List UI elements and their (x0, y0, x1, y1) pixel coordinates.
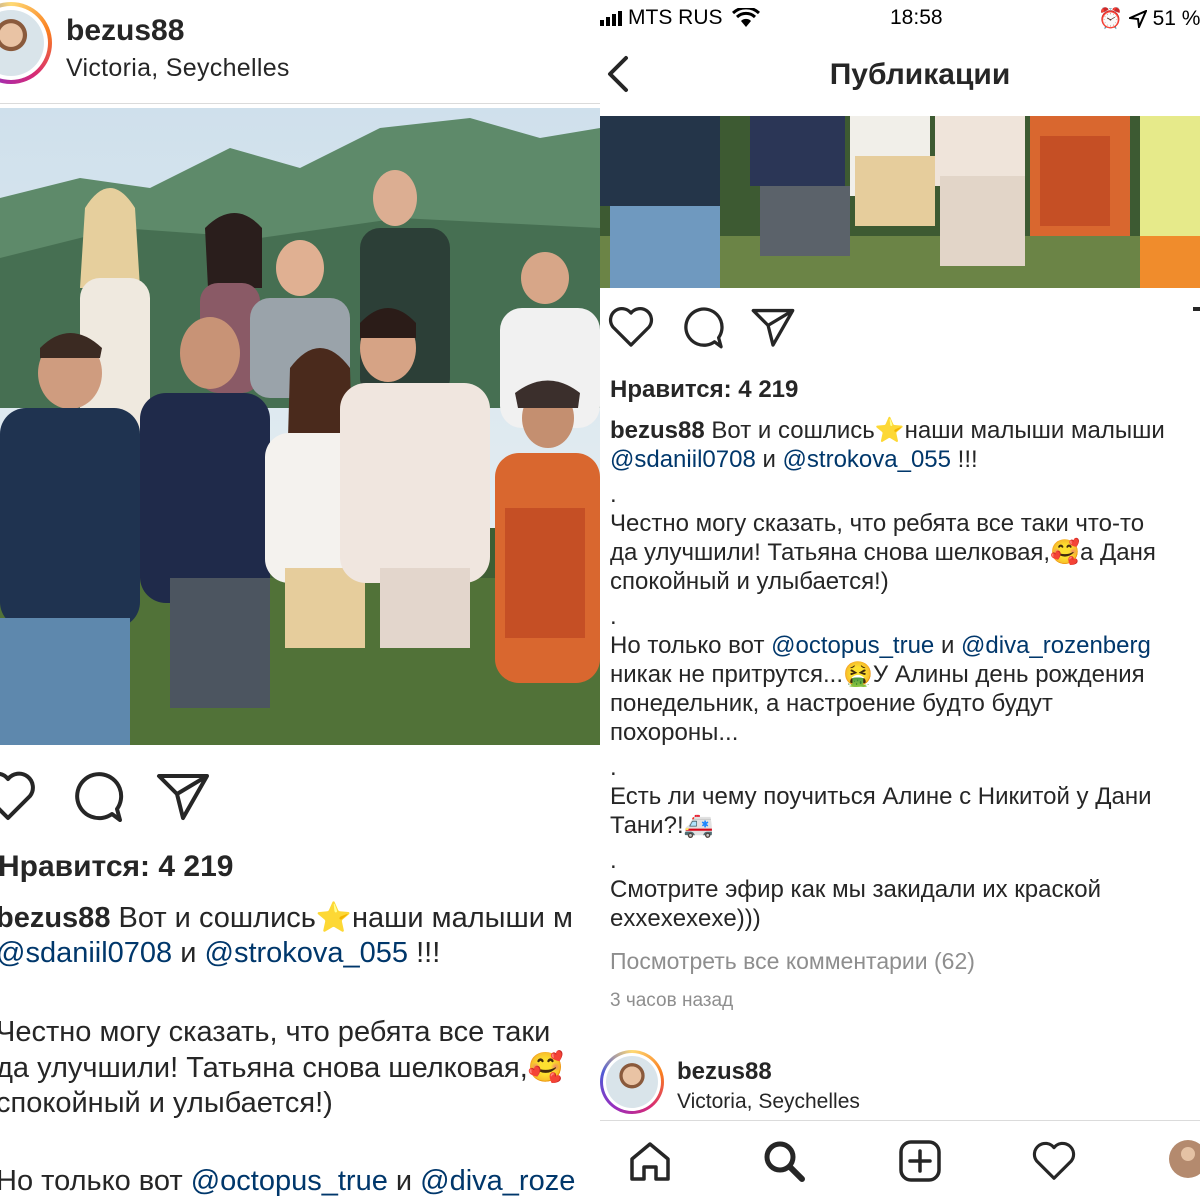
caption-dot: . (610, 847, 617, 874)
comment-icon[interactable] (680, 305, 726, 354)
caption-dot: . (610, 481, 617, 508)
likes-count[interactable]: Нравится: 4 219 (0, 850, 233, 884)
smiling-hearts-emoji-icon: 🥰 (527, 1050, 564, 1084)
nav-bar: Публикации (600, 40, 1200, 112)
location-arrow-icon (1126, 9, 1148, 32)
bookmark-icon[interactable] (1190, 305, 1200, 354)
caption-line-1: bezus88 Вот и сошлись⭐наши малыши м (0, 900, 600, 936)
alarm-icon: ⏰ (1098, 8, 1123, 30)
smiling-hearts-emoji-icon: 🥰 (1050, 538, 1080, 566)
caption-line-6: Но только вот @octopus_true и @diva_roze (0, 1165, 576, 1197)
ambulance-emoji-icon: 🚑 (683, 811, 714, 839)
post-photo-cropped[interactable] (600, 116, 1200, 288)
post-actions (600, 305, 1200, 361)
heart-icon[interactable] (1032, 1139, 1076, 1188)
post-username[interactable]: bezus88 (66, 14, 184, 48)
caption-line-3: Честно могу сказать, что ребята все таки (0, 1016, 551, 1048)
heart-icon[interactable] (608, 305, 654, 354)
battery-percent: 51 % (1152, 7, 1200, 30)
mention-link[interactable]: @strokova_055 (783, 446, 951, 473)
profile-avatar[interactable] (1166, 1137, 1200, 1186)
search-icon[interactable] (762, 1139, 806, 1188)
signal-icon (600, 11, 622, 27)
likes-count[interactable]: Нравится: 4 219 (610, 376, 798, 404)
heart-icon[interactable] (0, 770, 36, 827)
home-icon[interactable] (628, 1139, 672, 1188)
post-caption: bezus88 Вот и сошлись⭐наши малыши малыши… (610, 416, 1200, 933)
nauseated-emoji-icon: 🤮 (843, 660, 873, 688)
caption-line-5: спокойный и улыбается!) (0, 1087, 333, 1119)
group-photo-image (600, 116, 1200, 288)
caption-line-2: @sdaniil0708 и @strokova_055 !!! (0, 936, 600, 971)
share-icon[interactable] (155, 770, 211, 827)
post-username[interactable]: bezus88 (677, 1058, 772, 1086)
post-location[interactable]: Victoria, Seychelles (66, 54, 290, 83)
story-ring-avatar[interactable] (0, 2, 52, 84)
post-photo[interactable] (0, 108, 600, 745)
star-emoji-icon: ⭐ (874, 416, 905, 444)
post-caption: bezus88 Вот и сошлись⭐наши малыши м @sda… (0, 900, 600, 1199)
left-post-panel: bezus88 Victoria, Seychelles Нравится: 4… (0, 0, 600, 1200)
avatar (606, 1056, 658, 1108)
status-bar: MTS RUS 18:58 ⏰ 51 % (600, 0, 1200, 36)
mention-link[interactable]: @sdaniil0708 (610, 446, 756, 473)
next-post-header: bezus88 Victoria, Seychelles (600, 1046, 1200, 1118)
caption-username[interactable]: bezus88 (0, 902, 110, 934)
mention-link[interactable]: @strokova_055 (205, 937, 409, 969)
right-post-panel: MTS RUS 18:58 ⏰ 51 % Публикации Нравится… (600, 0, 1200, 1200)
add-icon[interactable] (898, 1139, 942, 1188)
caption-username[interactable]: bezus88 (610, 417, 705, 444)
clock: 18:58 (890, 6, 943, 29)
caption-line-4: да улучшили! Татьяна снова шелковая,🥰 (0, 1050, 564, 1084)
comment-icon[interactable] (70, 770, 126, 827)
share-icon[interactable] (750, 305, 796, 354)
mention-link[interactable]: @octopus_true (191, 1165, 388, 1197)
post-timestamp: 3 часов назад (610, 990, 734, 1011)
mention-link[interactable]: @octopus_true (771, 632, 934, 659)
view-all-comments-link[interactable]: Посмотреть все комментарии (62) (610, 948, 975, 975)
mention-link[interactable]: @diva_rozenberg (961, 632, 1151, 659)
wifi-icon (732, 6, 761, 28)
carrier-name: MTS RUS (628, 6, 723, 29)
post-actions (0, 770, 600, 826)
post-location[interactable]: Victoria, Seychelles (677, 1090, 860, 1114)
avatar (0, 10, 44, 76)
mention-link[interactable]: @sdaniil0708 (0, 937, 172, 969)
caption-dot: . (610, 754, 617, 781)
mention-link[interactable]: @diva_roze (420, 1165, 575, 1197)
story-ring-avatar[interactable] (600, 1050, 664, 1114)
post-header: bezus88 Victoria, Seychelles (0, 0, 600, 104)
page-title: Публикации (829, 58, 1011, 91)
group-photo-image (0, 108, 600, 745)
caption-dot: . (610, 603, 617, 630)
star-emoji-icon: ⭐ (315, 900, 352, 934)
bottom-tab-bar (600, 1120, 1200, 1200)
